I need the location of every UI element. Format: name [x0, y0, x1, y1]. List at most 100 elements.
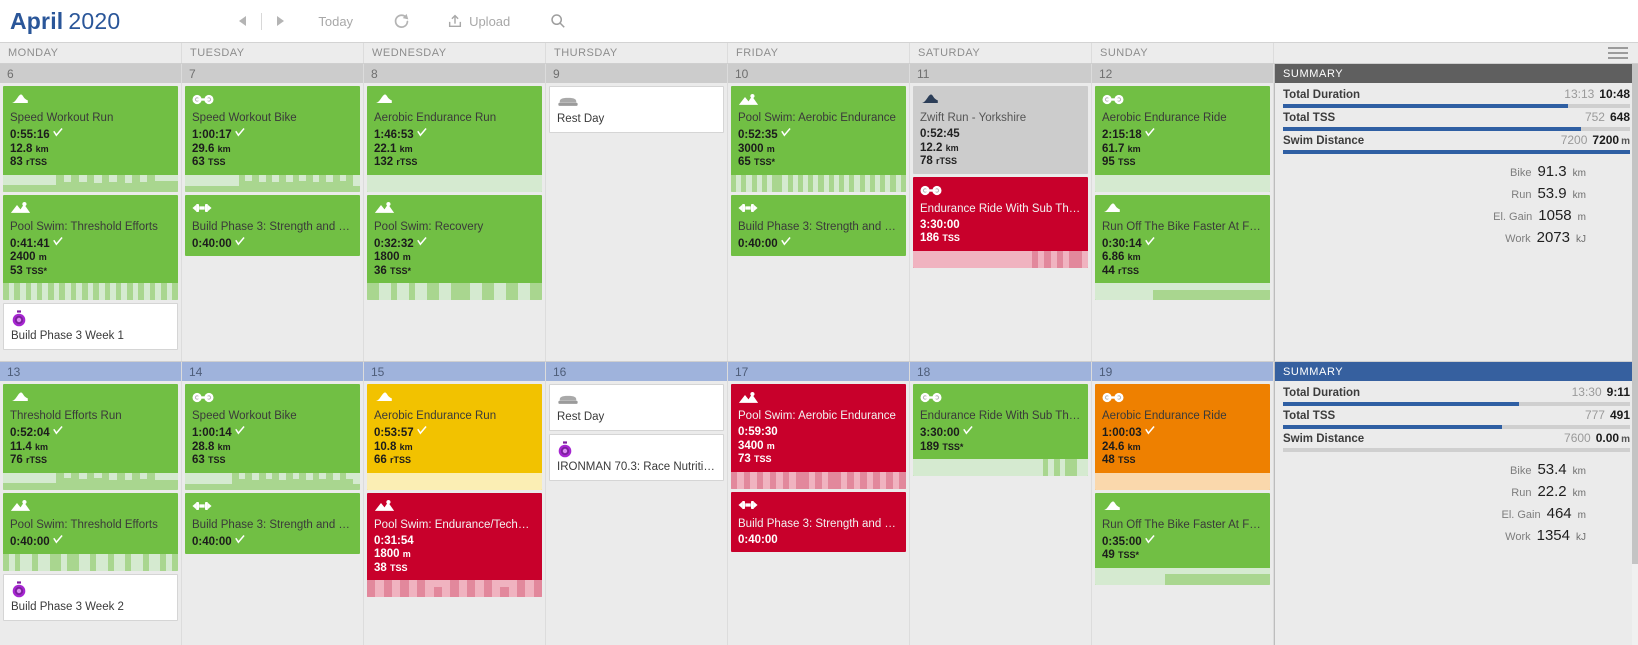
current-year: 2020 — [68, 7, 121, 34]
workout-distance: 1800 m — [374, 251, 411, 263]
workout-card[interactable]: Build Phase 3: Strength and Con… 0:40:00 — [731, 491, 906, 552]
workout-card[interactable]: Zwift Run - Yorkshire 0:52:45 12.2 km 78 rT… — [913, 86, 1088, 174]
workout-title: Endurance Ride With Sub Thres… — [920, 202, 1081, 215]
refresh-button[interactable] — [381, 0, 421, 42]
swim-icon — [738, 391, 759, 405]
workout-tss: 38 TSS — [374, 561, 408, 574]
workout-card[interactable]: Aerobic Endurance Ride 2:15:18 61.7 km 95 T… — [1095, 86, 1270, 192]
summary-total-label: Work — [1505, 233, 1531, 245]
workout-card[interactable]: Pool Swim: Endurance/Technique 0:31:54 180… — [367, 492, 542, 597]
running-shoe-icon — [374, 92, 393, 107]
calendar-day-7[interactable]: 7 Speed Workout Bike 1:00:17 29.6 km 63 TSS… — [182, 64, 364, 361]
workout-intensity-chart — [3, 472, 178, 490]
workout-duration: 0:41:41 — [10, 236, 171, 252]
running-shoe-icon — [1102, 499, 1121, 514]
day-card-list: Rest Day — [546, 83, 727, 361]
bike-icon — [192, 391, 214, 404]
summary-total-value: 2073 — [1536, 229, 1570, 246]
workout-card[interactable]: Speed Workout Run 0:55:16 12.8 km 83 rTSS — [3, 86, 178, 192]
calendar-day-11[interactable]: 11 Zwift Run - Yorkshire 0:52:45 12.2 km 78… — [910, 64, 1092, 361]
scrollbar-thumb[interactable] — [1632, 64, 1638, 564]
summary-totals: Bike 53.4 km Run 22.2 km El. Gain 464 m Work 1354 k… — [1283, 461, 1630, 544]
summary-metric-values: 7600 0.00 m — [1564, 431, 1630, 445]
calendar-day-16[interactable]: 16 Rest Day IRONMAN 70.3: Race Nutrition… — [546, 362, 728, 645]
search-button[interactable] — [538, 0, 578, 42]
workout-card[interactable]: Threshold Efforts Run 0:52:04 11.4 km 76 rT… — [3, 384, 178, 490]
day-of-week-wednesday: WEDNESDAY — [364, 43, 546, 63]
workout-card[interactable]: Run Off The Bike Faster At First 0:30:14 6… — [1095, 194, 1270, 300]
workout-card[interactable]: Pool Swim: Threshold Efforts 0:41:41 2400 … — [3, 194, 178, 300]
workout-distance: 10.8 km — [374, 440, 413, 453]
calendar-day-10[interactable]: 10 Pool Swim: Aerobic Endurance 0:52:35 30… — [728, 64, 910, 361]
calendar-day-9[interactable]: 9 Rest Day — [546, 64, 728, 361]
day-of-week-sunday: SUNDAY — [1092, 43, 1274, 63]
calendar-day-15[interactable]: 15 Aerobic Endurance Run 0:53:57 10.8 km 66… — [364, 362, 546, 645]
workout-card[interactable]: Endurance Ride With Sub Thres… 3:30:00 186… — [913, 176, 1088, 268]
day-card-list: Speed Workout Run 0:55:16 12.8 km 83 rTSS P… — [0, 83, 181, 361]
workout-tss: 76 rTSS — [10, 454, 48, 466]
workout-card[interactable]: Build Phase 3: Strength and Con… 0:40:00 — [185, 492, 360, 554]
day-card-list: Speed Workout Bike 1:00:17 29.6 km 63 TSS B… — [182, 83, 363, 361]
summary-metric-row: Swim Distance 7600 0.00 m — [1283, 431, 1630, 452]
workout-intensity-chart — [367, 472, 542, 490]
workout-intensity-chart — [1095, 283, 1270, 300]
summary-total-label: Work — [1505, 531, 1531, 543]
calendar-day-14[interactable]: 14 Speed Workout Bike 1:00:14 28.8 km 63 TS… — [182, 362, 364, 645]
calendar-day-6[interactable]: 6 Speed Workout Run 0:55:16 12.8 km 83 rTSS… — [0, 64, 182, 361]
workout-card[interactable]: Speed Workout Bike 1:00:17 29.6 km 63 TSS — [185, 86, 360, 192]
workout-distance: 61.7 km — [1102, 142, 1141, 155]
calendar-note-card[interactable]: IRONMAN 70.3: Race Nutrition, … — [549, 434, 724, 481]
workout-card[interactable]: Aerobic Endurance Ride 1:00:03 24.6 km 48 T… — [1095, 384, 1270, 490]
workout-card[interactable]: Pool Swim: Aerobic Endurance 0:52:35 3000 … — [731, 86, 906, 192]
workout-intensity-chart — [367, 580, 542, 597]
workout-duration: 3:30:00 — [920, 218, 960, 231]
workout-card[interactable]: Pool Swim: Aerobic Endurance 0:59:30 3400 … — [731, 384, 906, 489]
workout-card[interactable]: Build Phase 3: Strength and Con… 0:40:00 — [185, 194, 360, 256]
day-number: 13 — [0, 362, 181, 381]
workout-duration: 0:59:30 — [738, 426, 778, 438]
calendar-day-19[interactable]: 19 Aerobic Endurance Ride 1:00:03 24.6 km 4… — [1092, 362, 1274, 645]
workout-card[interactable]: Pool Swim: Threshold Efforts 0:40:00 — [3, 492, 178, 571]
completed-check-icon — [234, 236, 245, 246]
upload-button[interactable]: Upload — [447, 0, 510, 42]
workout-distance: 12.8 km — [10, 142, 49, 155]
summary-header: SUMMARY — [1275, 64, 1638, 83]
calendar-day-18[interactable]: 18 Endurance Ride With Sub Thres… 3:30:00… — [910, 362, 1092, 645]
summary-metric-values: 777 491 — [1584, 408, 1630, 422]
stopwatch-icon — [11, 310, 27, 327]
calendar-week-row: 6 Speed Workout Run 0:55:16 12.8 km 83 rTSS… — [0, 64, 1638, 362]
vertical-scrollbar[interactable] — [1632, 64, 1638, 645]
summary-progress-bar — [1283, 448, 1630, 452]
calendar-day-8[interactable]: 8 Aerobic Endurance Run 1:46:53 22.1 km 132… — [364, 64, 546, 361]
workout-card[interactable]: Speed Workout Bike 1:00:14 28.8 km 63 TSS — [185, 384, 360, 490]
calendar-day-13[interactable]: 13 Threshold Efforts Run 0:52:04 11.4 km 76… — [0, 362, 182, 645]
search-icon — [550, 13, 566, 29]
workout-card[interactable]: Aerobic Endurance Run 1:46:53 22.1 km 132 r… — [367, 86, 542, 192]
summary-total-value: 464 — [1546, 505, 1572, 522]
today-button[interactable]: Today — [304, 0, 367, 42]
running-shoe-icon — [374, 390, 393, 405]
next-period-button[interactable] — [262, 0, 298, 42]
calendar-day-12[interactable]: 12 Aerobic Endurance Ride 2:15:18 61.7 km 9… — [1092, 64, 1274, 361]
summary-total-row: Bike 53.4 km — [1283, 461, 1586, 478]
summary-metric-values: 7200 7200 m — [1560, 133, 1630, 147]
calendar-day-17[interactable]: 17 Pool Swim: Aerobic Endurance 0:59:30 34… — [728, 362, 910, 645]
workout-duration: 0:53:57 — [374, 426, 535, 441]
workout-card[interactable]: Endurance Ride With Sub Thres… 3:30:00 189… — [913, 384, 1088, 476]
calendar-note-card[interactable]: Rest Day — [549, 86, 724, 133]
workout-card[interactable]: Aerobic Endurance Run 0:53:57 10.8 km 66 rT… — [367, 384, 542, 490]
prev-period-button[interactable] — [225, 0, 261, 42]
completed-check-icon — [1144, 128, 1155, 137]
workout-card[interactable]: Build Phase 3: Strength and Con… 0:40:00 — [731, 194, 906, 256]
calendar-note-card[interactable]: Build Phase 3 Week 1 — [3, 303, 178, 350]
workout-tss: 63 TSS — [192, 454, 226, 466]
calendar-note-card[interactable]: Rest Day — [549, 384, 724, 431]
workout-intensity-chart — [185, 472, 360, 490]
day-card-list: Pool Swim: Aerobic Endurance 0:59:30 3400 … — [728, 381, 909, 645]
day-card-list: Aerobic Endurance Ride 2:15:18 61.7 km 95 T… — [1092, 83, 1273, 361]
workout-card[interactable]: Pool Swim: Recovery 0:32:32 1800 m 36 TSS* — [367, 194, 542, 300]
workout-card[interactable]: Run Off The Bike Faster At First 0:35:00 4… — [1095, 492, 1270, 585]
calendar-note-card[interactable]: Build Phase 3 Week 2 — [3, 574, 178, 621]
running-shoe-icon — [10, 92, 29, 107]
hamburger-menu-icon[interactable] — [1608, 47, 1628, 59]
